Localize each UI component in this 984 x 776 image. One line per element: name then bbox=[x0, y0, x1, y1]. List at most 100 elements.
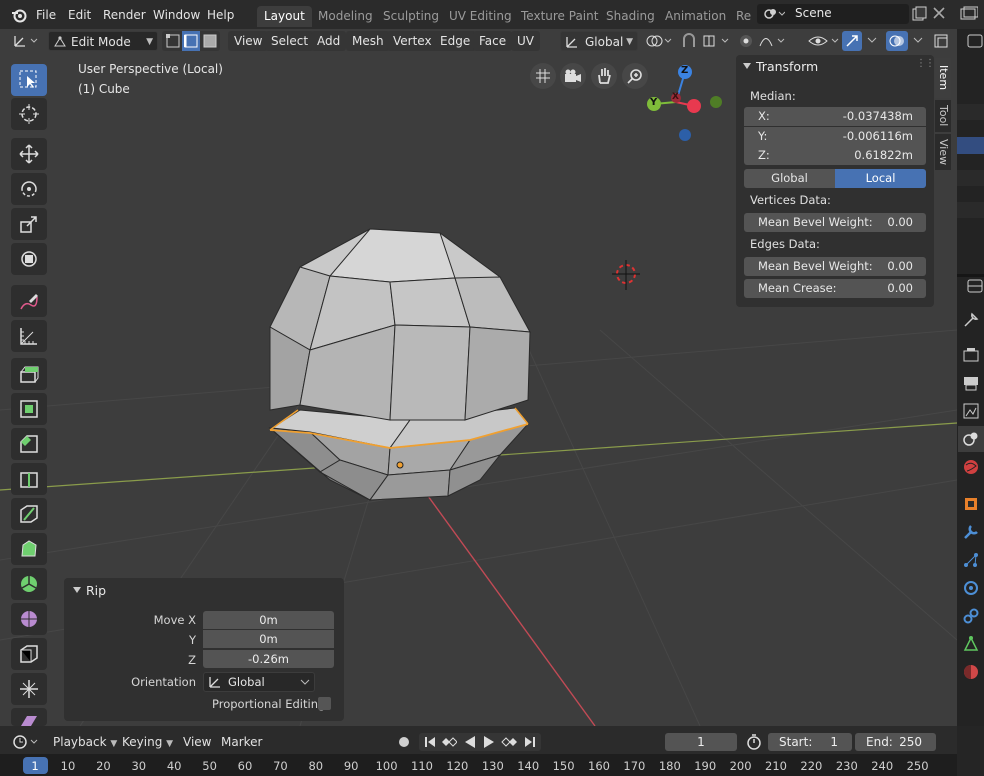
menu-edge[interactable]: Edge bbox=[434, 31, 477, 51]
timeline-view-menu[interactable]: View bbox=[183, 733, 211, 751]
timeline-marker-menu[interactable]: Marker bbox=[221, 733, 262, 751]
jump-start-icon[interactable] bbox=[423, 735, 437, 749]
constraints-properties-icon[interactable] bbox=[962, 607, 980, 625]
render-properties-icon[interactable] bbox=[962, 346, 980, 364]
global-toggle[interactable]: Global bbox=[744, 169, 835, 188]
xray-icon[interactable] bbox=[933, 33, 949, 49]
extrude-region-tool[interactable] bbox=[11, 358, 47, 390]
particles-properties-icon[interactable] bbox=[962, 551, 980, 569]
tab-sculpting[interactable]: Sculpting bbox=[376, 6, 446, 27]
tab-view[interactable]: View bbox=[935, 134, 951, 170]
mesh-origin[interactable] bbox=[396, 461, 404, 469]
play-reverse-icon[interactable] bbox=[463, 735, 477, 749]
outliner-row[interactable] bbox=[957, 104, 984, 120]
menu-uv[interactable]: UV bbox=[511, 31, 540, 51]
scale-tool[interactable] bbox=[11, 208, 47, 240]
shear-tool[interactable] bbox=[11, 708, 47, 726]
physics-properties-icon[interactable] bbox=[962, 579, 980, 597]
transform-tool[interactable] bbox=[11, 243, 47, 275]
median-z-field[interactable]: Z: 0.61822m bbox=[744, 146, 926, 165]
mean-crease-field[interactable]: Mean Crease: 0.00 bbox=[744, 279, 926, 298]
spin-tool[interactable] bbox=[11, 568, 47, 600]
shrink-fatten-tool[interactable] bbox=[11, 673, 47, 705]
camera-view-button[interactable] bbox=[560, 63, 586, 89]
proportional-edit-icon[interactable] bbox=[738, 33, 754, 49]
scene-name[interactable]: Scene bbox=[795, 6, 832, 20]
menu-render[interactable]: Render bbox=[103, 6, 146, 24]
scene-selector[interactable]: Scene bbox=[757, 4, 909, 24]
loop-cut-tool[interactable] bbox=[11, 463, 47, 495]
view-layer-icon[interactable] bbox=[960, 6, 978, 22]
jump-end-icon[interactable] bbox=[523, 735, 537, 749]
face-select-icon[interactable] bbox=[203, 34, 217, 48]
close-icon[interactable] bbox=[932, 6, 946, 20]
record-icon[interactable] bbox=[397, 735, 411, 749]
material-properties-icon[interactable] bbox=[962, 663, 980, 681]
tab-modeling[interactable]: Modeling bbox=[311, 6, 380, 27]
stopwatch-icon[interactable] bbox=[746, 734, 762, 750]
start-frame-field[interactable]: Start: 1 bbox=[768, 733, 852, 751]
data-properties-icon[interactable] bbox=[962, 635, 980, 653]
tab-shading[interactable]: Shading bbox=[599, 6, 662, 27]
falloff-icon[interactable] bbox=[758, 33, 788, 49]
measure-tool[interactable] bbox=[11, 320, 47, 352]
inset-faces-tool[interactable] bbox=[11, 393, 47, 425]
snap-target-icon[interactable] bbox=[702, 33, 732, 49]
menu-vertex[interactable]: Vertex bbox=[387, 31, 438, 51]
world-properties-icon[interactable] bbox=[962, 458, 980, 476]
proportional-editing-checkbox[interactable] bbox=[318, 697, 331, 710]
new-scene-icon[interactable] bbox=[911, 6, 927, 22]
chevron-down-icon[interactable] bbox=[866, 35, 878, 45]
menu-select[interactable]: Select bbox=[265, 31, 315, 51]
end-frame-field[interactable]: End: 250 bbox=[855, 733, 936, 751]
median-y-field[interactable]: Y: -0.006116m bbox=[744, 127, 926, 146]
outliner-header-icon[interactable] bbox=[966, 32, 984, 50]
prev-keyframe-icon[interactable] bbox=[441, 735, 457, 749]
blender-logo-icon[interactable] bbox=[11, 7, 27, 23]
transform-panel-title[interactable]: Transform bbox=[756, 59, 818, 74]
modifier-properties-icon[interactable] bbox=[962, 523, 980, 541]
playback-menu[interactable]: Playback ▼ bbox=[53, 733, 117, 751]
tab-uv-editing[interactable]: UV Editing bbox=[442, 6, 519, 27]
poly-build-tool[interactable] bbox=[11, 533, 47, 565]
menu-view[interactable]: View bbox=[228, 31, 269, 51]
edge-mean-bevel-field[interactable]: Mean Bevel Weight: 0.00 bbox=[744, 257, 926, 276]
snap-icon[interactable] bbox=[680, 33, 698, 49]
timeline-editor-type-icon[interactable] bbox=[12, 734, 40, 750]
annotate-tool[interactable] bbox=[11, 285, 47, 317]
3d-cursor[interactable] bbox=[612, 260, 640, 290]
overlay-toggle-button[interactable] bbox=[886, 31, 908, 51]
properties-header-icon[interactable] bbox=[966, 277, 984, 295]
select-box-tool[interactable] bbox=[11, 64, 47, 96]
tab-animation[interactable]: Animation bbox=[658, 6, 733, 27]
tab-item[interactable]: Item bbox=[935, 58, 951, 98]
tab-tool[interactable]: Tool bbox=[935, 100, 951, 132]
tab-rendering[interactable]: Re bbox=[729, 6, 758, 27]
tab-texture-paint[interactable]: Texture Paint bbox=[514, 6, 605, 27]
view-layer-properties-icon[interactable] bbox=[962, 402, 980, 420]
smooth-tool[interactable] bbox=[11, 603, 47, 635]
mesh-upper-dome[interactable] bbox=[269, 228, 531, 421]
outliner-row[interactable] bbox=[957, 170, 984, 186]
keying-menu[interactable]: Keying ▼ bbox=[122, 733, 173, 751]
menu-add[interactable]: Add bbox=[311, 31, 347, 51]
play-icon[interactable] bbox=[482, 735, 496, 749]
rip-orientation-dropdown[interactable]: Global bbox=[203, 672, 315, 692]
editor-type-button[interactable] bbox=[12, 31, 42, 51]
menu-file[interactable]: File bbox=[36, 6, 56, 24]
outliner-row-highlight[interactable] bbox=[957, 137, 984, 154]
menu-edit[interactable]: Edit bbox=[68, 6, 91, 24]
bevel-tool[interactable] bbox=[11, 428, 47, 460]
move-x-field[interactable]: 0m bbox=[203, 611, 334, 629]
knife-tool[interactable] bbox=[11, 498, 47, 530]
median-x-field[interactable]: X: -0.037438m bbox=[744, 107, 926, 126]
rotate-tool[interactable] bbox=[11, 173, 47, 205]
mode-dropdown[interactable]: Edit Mode ▼ bbox=[48, 31, 158, 51]
menu-face[interactable]: Face bbox=[473, 31, 513, 51]
local-toggle[interactable]: Local bbox=[835, 169, 926, 188]
rip-panel-title[interactable]: Rip bbox=[86, 583, 106, 598]
move-tool[interactable] bbox=[11, 138, 47, 170]
move-z-field[interactable]: -0.26m bbox=[203, 650, 334, 668]
edge-slide-tool[interactable] bbox=[11, 638, 47, 670]
current-frame-field[interactable]: 1 bbox=[665, 733, 737, 751]
